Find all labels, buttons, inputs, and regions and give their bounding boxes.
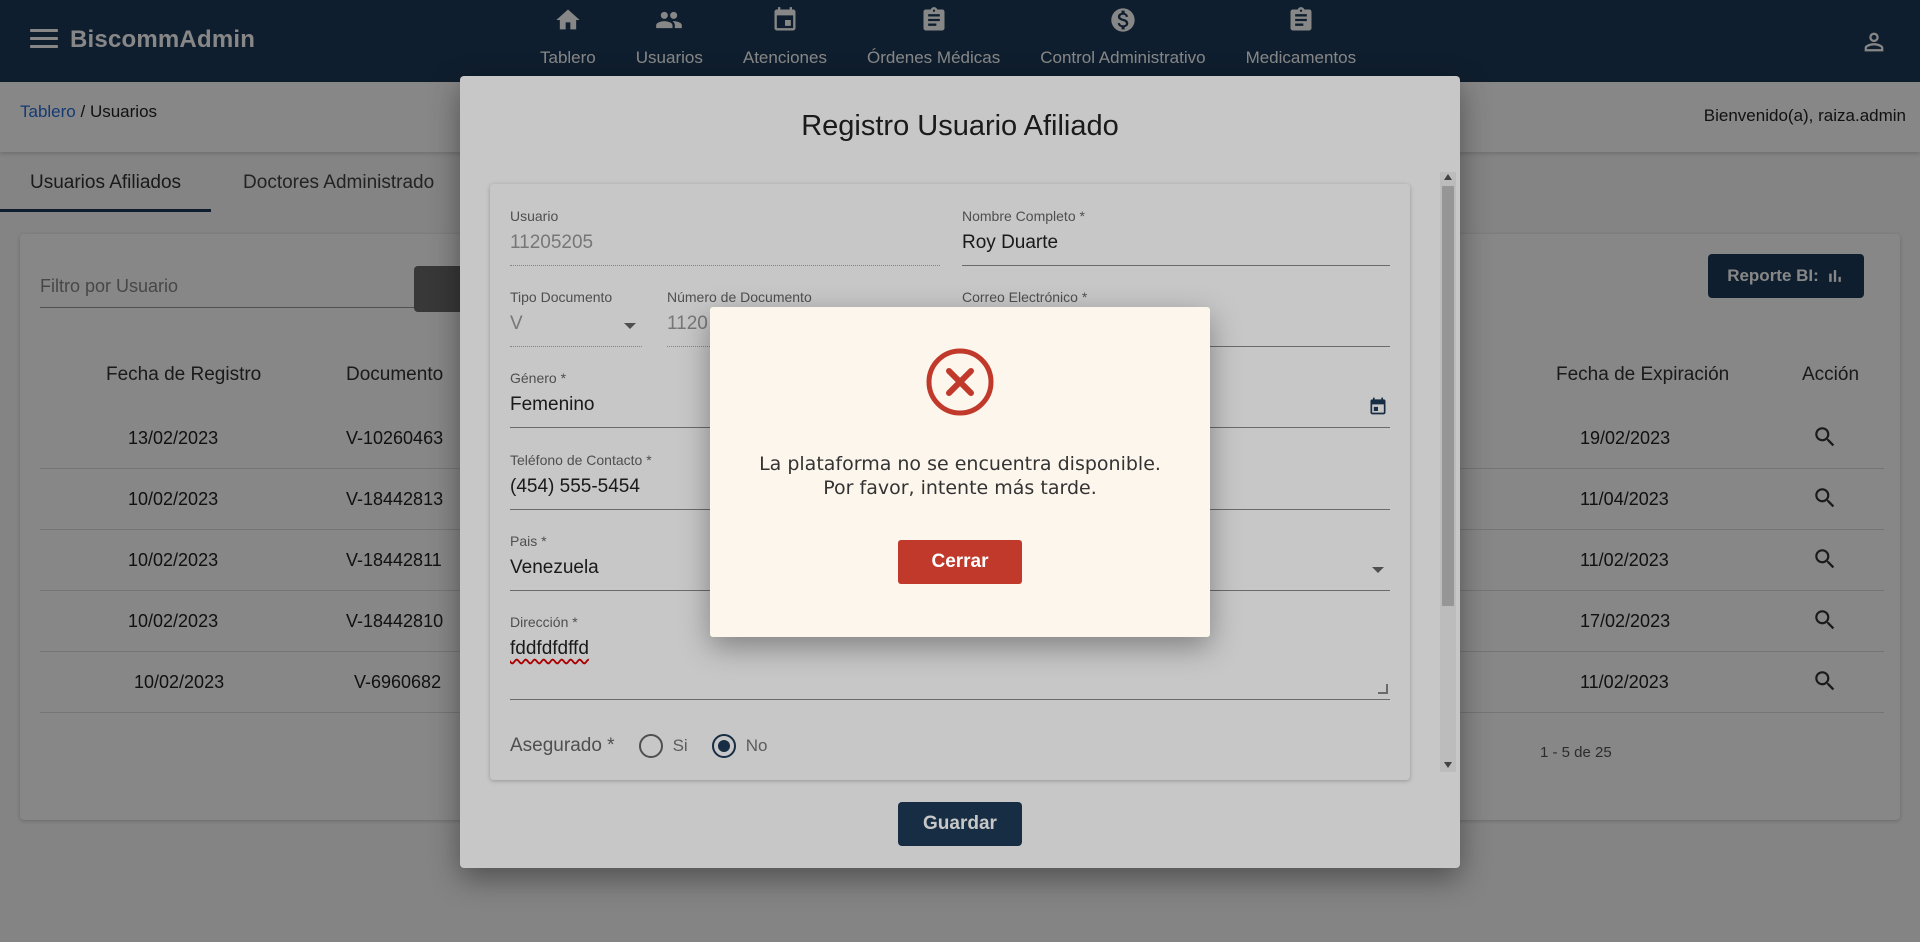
error-alert: La plataforma no se encuentra disponible… [710,307,1210,637]
close-button[interactable]: Cerrar [898,540,1022,584]
alert-message-line2: Por favor, intente más tarde. [823,477,1097,499]
error-circle-icon [925,347,995,417]
alert-message-line1: La plataforma no se encuentra disponible… [759,453,1161,475]
